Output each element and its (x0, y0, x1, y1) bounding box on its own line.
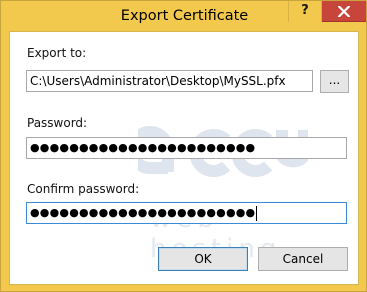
text-caret (256, 205, 258, 221)
close-button[interactable] (322, 1, 366, 22)
confirm-password-label: Confirm password: (27, 182, 140, 196)
browse-button[interactable]: ... (320, 70, 349, 93)
title-bar[interactable]: Export Certificate ? (1, 1, 366, 31)
confirm-password-field[interactable]: ●●●●●●●●●●●●●●●●●●●●●●● (26, 202, 347, 224)
confirm-password-value: ●●●●●●●●●●●●●●●●●●●●●●● (30, 206, 256, 219)
export-path-field[interactable]: C:\Users\Administrator\Desktop\MySSL.pfx (26, 70, 313, 92)
password-label: Password: (27, 116, 88, 130)
password-field[interactable]: ●●●●●●●●●●●●●●●●●●●●●●● (26, 137, 347, 159)
cancel-button[interactable]: Cancel (258, 247, 348, 271)
close-icon (338, 6, 350, 17)
export-certificate-dialog: Export Certificate ? web hosting Export … (0, 0, 367, 292)
dialog-body: web hosting Export to: C:\Users\Administ… (9, 31, 359, 285)
export-to-label: Export to: (27, 46, 87, 60)
help-button[interactable]: ? (288, 1, 322, 22)
ok-button[interactable]: OK (158, 247, 248, 271)
